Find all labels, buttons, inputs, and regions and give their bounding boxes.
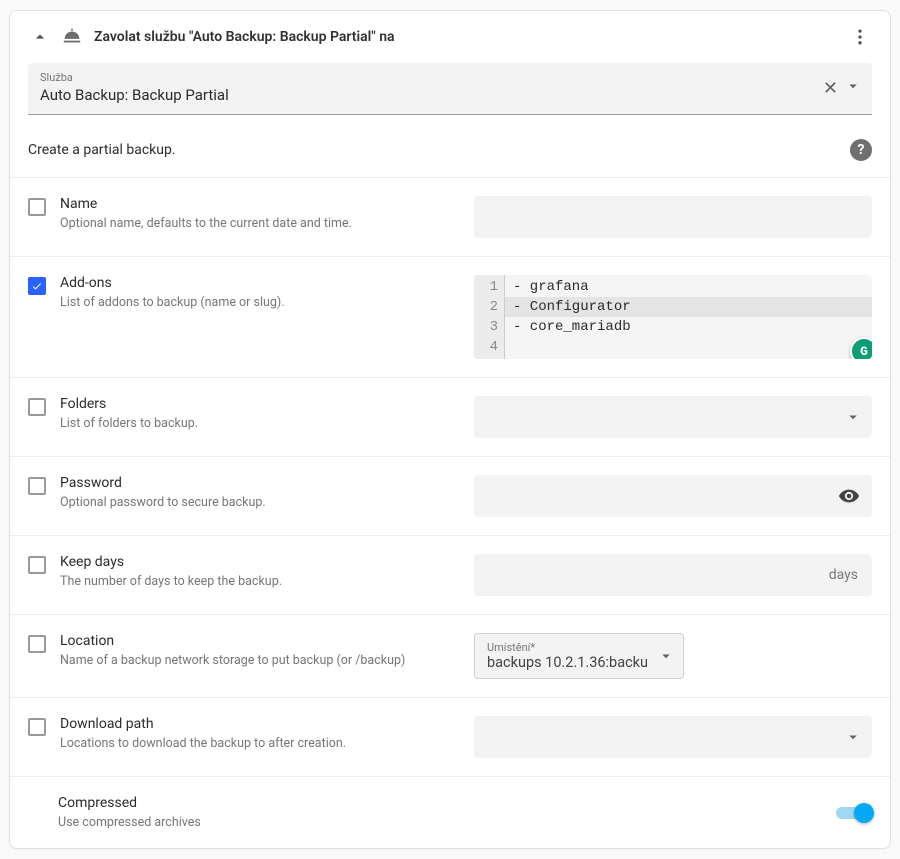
addons-gutter: 1234 bbox=[474, 275, 505, 359]
password-hint: Optional password to secure backup. bbox=[60, 495, 460, 510]
card-header: Zavolat službu "Auto Backup: Backup Part… bbox=[10, 11, 890, 63]
field-name: Name Optional name, defaults to the curr… bbox=[10, 177, 890, 256]
name-hint: Optional name, defaults to the current d… bbox=[60, 216, 460, 231]
chevron-up-icon bbox=[30, 27, 50, 47]
download-dropdown[interactable] bbox=[474, 716, 872, 758]
download-checkbox[interactable] bbox=[28, 718, 46, 736]
location-select-label: Umístění* bbox=[487, 641, 647, 654]
field-keepdays: Keep days The number of days to keep the… bbox=[10, 535, 890, 614]
grammarly-icon[interactable]: G bbox=[850, 337, 872, 359]
download-hint: Locations to download the backup to afte… bbox=[60, 736, 460, 751]
keepdays-label: Keep days bbox=[60, 554, 460, 570]
service-description: Create a partial backup. bbox=[28, 142, 850, 158]
addons-code[interactable]: - grafana- Configurator - core_mariadb bbox=[505, 275, 872, 359]
folders-hint: List of folders to backup. bbox=[60, 416, 460, 431]
field-compressed: Compressed Use compressed archives bbox=[10, 776, 890, 848]
compressed-hint: Use compressed archives bbox=[58, 815, 836, 830]
chevron-down-icon bbox=[657, 647, 675, 665]
kebab-icon bbox=[850, 27, 870, 47]
keepdays-hint: The number of days to keep the backup. bbox=[60, 574, 460, 589]
folders-dropdown[interactable] bbox=[474, 396, 872, 438]
location-select-value: backups 10.2.1.36:backups bbox=[487, 654, 647, 671]
chevron-down-icon bbox=[844, 408, 862, 426]
download-label: Download path bbox=[60, 716, 460, 732]
keepdays-suffix: days bbox=[829, 567, 858, 583]
card-title: Zavolat službu "Auto Backup: Backup Part… bbox=[94, 29, 395, 45]
keepdays-checkbox[interactable] bbox=[28, 556, 46, 574]
concierge-bell-icon bbox=[61, 26, 83, 48]
compressed-label: Compressed bbox=[58, 795, 836, 811]
service-section: Služba Auto Backup: Backup Partial ✕ bbox=[10, 63, 890, 127]
location-checkbox[interactable] bbox=[28, 635, 46, 653]
addons-label: Add-ons bbox=[60, 275, 460, 291]
service-select-value: Auto Backup: Backup Partial bbox=[40, 86, 860, 104]
location-hint: Name of a backup network storage to put … bbox=[60, 653, 460, 668]
chevron-down-icon bbox=[844, 77, 862, 95]
card-menu-button[interactable] bbox=[848, 25, 872, 49]
password-checkbox[interactable] bbox=[28, 477, 46, 495]
password-input[interactable] bbox=[474, 475, 872, 517]
service-select[interactable]: Služba Auto Backup: Backup Partial ✕ bbox=[28, 63, 872, 115]
field-download: Download path Locations to download the … bbox=[10, 697, 890, 776]
action-card: Zavolat službu "Auto Backup: Backup Part… bbox=[9, 10, 891, 849]
service-clear-button[interactable]: ✕ bbox=[823, 78, 838, 99]
chevron-down-icon bbox=[844, 728, 862, 746]
password-label: Password bbox=[60, 475, 460, 491]
service-icon bbox=[60, 25, 84, 49]
addons-editor[interactable]: 1234 - grafana- Configurator - core_mari… bbox=[474, 275, 872, 359]
description-row: Create a partial backup. ? bbox=[10, 127, 890, 177]
eye-icon[interactable] bbox=[838, 485, 860, 507]
name-label: Name bbox=[60, 196, 460, 212]
field-location: Location Name of a backup network storag… bbox=[10, 614, 890, 697]
folders-checkbox[interactable] bbox=[28, 398, 46, 416]
service-select-label: Služba bbox=[40, 71, 860, 84]
addons-hint: List of addons to backup (name or slug). bbox=[60, 295, 460, 310]
name-input[interactable] bbox=[474, 196, 872, 238]
help-button[interactable]: ? bbox=[850, 139, 872, 161]
name-checkbox[interactable] bbox=[28, 198, 46, 216]
collapse-toggle[interactable] bbox=[28, 25, 52, 49]
compressed-toggle[interactable] bbox=[836, 803, 872, 823]
folders-label: Folders bbox=[60, 396, 460, 412]
field-folders: Folders List of folders to backup. bbox=[10, 377, 890, 456]
location-select[interactable]: Umístění* backups 10.2.1.36:backups bbox=[474, 633, 684, 679]
field-password: Password Optional password to secure bac… bbox=[10, 456, 890, 535]
keepdays-input[interactable]: days bbox=[474, 554, 872, 596]
service-dropdown-button[interactable] bbox=[844, 77, 862, 99]
location-label: Location bbox=[60, 633, 460, 649]
check-icon bbox=[31, 280, 43, 292]
addons-checkbox[interactable] bbox=[28, 277, 46, 295]
field-addons: Add-ons List of addons to backup (name o… bbox=[10, 256, 890, 377]
